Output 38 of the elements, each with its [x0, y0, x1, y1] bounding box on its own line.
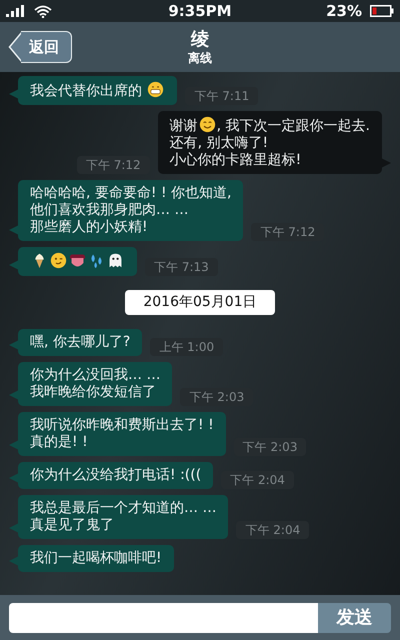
- battery-icon: [370, 5, 394, 17]
- battery-percent: 23%: [326, 0, 362, 22]
- message-text: , 我下次一定跟你一起去.: [216, 118, 370, 134]
- winking-face-icon: [50, 252, 67, 269]
- grinning-face-icon: [147, 81, 164, 98]
- message-text: 他们喜欢我那身肥肉… …: [30, 202, 188, 218]
- message-text: 那些磨人的小妖精!: [30, 219, 148, 235]
- message-text: 真是见了鬼了: [30, 517, 114, 533]
- signal-icon: [6, 5, 26, 17]
- message-text: 哈哈哈哈, 要命要命! ! 你也知道,: [30, 185, 232, 201]
- message-input[interactable]: [9, 602, 318, 632]
- message-text: 真的是! !: [30, 434, 88, 450]
- smiling-face-icon: [198, 116, 216, 133]
- message-time: 下午 2:04: [236, 521, 310, 539]
- back-arrow-icon: [8, 31, 22, 63]
- contact-status: 离线: [188, 51, 212, 65]
- message-time: 下午 7:13: [145, 258, 218, 276]
- ghost-icon: [107, 252, 124, 269]
- message-text: 嘿, 你去哪儿了?: [30, 334, 130, 350]
- message-text: 小心你的卡路里超标!: [170, 152, 302, 168]
- message-text: 你为什么没回我… …: [30, 367, 160, 383]
- message-text: 还有, 别太嗨了!: [170, 135, 268, 151]
- tongue-icon: [69, 252, 86, 269]
- message-text: 我总是最后一个才知道的… …: [30, 500, 216, 516]
- send-button[interactable]: 发送: [318, 602, 391, 632]
- message-text: 我们一起喝杯咖啡吧!: [30, 550, 162, 566]
- message-time: 下午 7:11: [185, 87, 258, 105]
- message-time: 上午 1:00: [150, 338, 224, 356]
- wifi-icon: [34, 4, 52, 18]
- message-text: 你为什么没给我打电话! :(((: [30, 467, 202, 483]
- message-text: 我会代替你出席的: [30, 83, 143, 99]
- message-time: 下午 2:04: [221, 471, 294, 489]
- contact-name: 绫: [191, 29, 209, 51]
- message-text: 我听说你昨晚和费斯出去了! !: [30, 417, 214, 433]
- message-time: 下午 7:12: [76, 156, 150, 174]
- clock-time: 9:35PM: [168, 0, 232, 22]
- message-text: 谢谢: [170, 118, 198, 134]
- message-text: 我昨晚给你发短信了: [30, 384, 156, 400]
